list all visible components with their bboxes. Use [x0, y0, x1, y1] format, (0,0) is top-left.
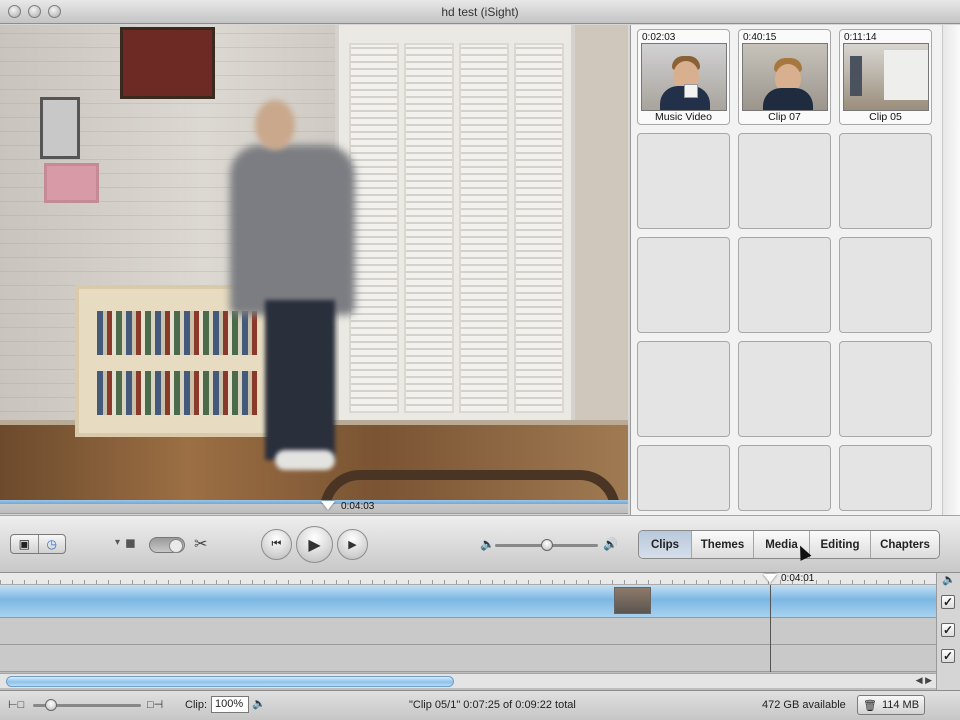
fullscreen-play-icon: ▶ — [348, 539, 357, 551]
viewer-playhead[interactable] — [321, 501, 335, 510]
empty-clip-slot[interactable] — [839, 237, 932, 333]
pane-tabs: Clips Themes Media Editing Chapters — [638, 530, 940, 559]
tab-chapters[interactable]: Chapters — [870, 531, 939, 558]
speaker-icon: 🔈 — [942, 574, 956, 586]
audio-track-2-checkbox[interactable]: ✓ — [941, 649, 955, 663]
control-bar: ▣ ◷ ▾ ◼ ✂ ⏮ ▶ ▶ 🔈 🔊 Clips Themes Media E… — [0, 515, 960, 573]
disk-available: 472 GB available — [762, 699, 846, 711]
scissors-icon[interactable]: ✂ — [194, 534, 207, 554]
pink-photo-image — [44, 163, 99, 203]
chair-image — [320, 470, 620, 500]
empty-clip-slot[interactable] — [738, 133, 831, 229]
clip-name: Music Video — [654, 111, 712, 123]
audio-track-1[interactable] — [0, 618, 936, 645]
timeline-clip[interactable] — [614, 587, 651, 614]
volume-low-icon: 🔈 — [480, 537, 495, 551]
audio-track-2[interactable] — [0, 645, 936, 672]
doorway-image — [575, 25, 628, 430]
zoom-knob[interactable] — [45, 699, 57, 711]
timeline-scroll-thumb[interactable] — [6, 676, 454, 687]
clip-duration: 0:40:15 — [743, 32, 777, 43]
audio-zoom-icon[interactable]: 🔈 — [252, 697, 266, 710]
window-title: hd test (iSight) — [441, 5, 519, 19]
timeline-playhead-line — [770, 585, 771, 672]
clips-pane: 0:02:03 Music Video 0:40:15 Clip 07 0:11… — [630, 25, 960, 515]
clip-thumbnail[interactable]: 0:02:03 Music Video — [637, 29, 730, 125]
empty-clip-slot[interactable] — [839, 341, 932, 437]
trash-icon: 🗑 — [862, 699, 877, 712]
zoom-label: Clip: — [185, 699, 208, 711]
video-track[interactable] — [0, 585, 936, 618]
scroll-arrows-icon[interactable]: ◀ ▶ — [916, 675, 932, 686]
clip-preview-image — [641, 43, 727, 111]
edit-mode-switch[interactable]: ▣ ◷ — [10, 534, 66, 554]
scrub-track — [0, 500, 628, 504]
clip-preview-image — [843, 43, 929, 111]
empty-clip-slot[interactable] — [637, 133, 730, 229]
viewer-playhead-time: 0:04:03 — [341, 501, 375, 512]
timeline-zoom-slider[interactable] — [33, 699, 141, 711]
audio-track-1-checkbox[interactable]: ✓ — [941, 623, 955, 637]
timeline-scrollbar[interactable]: ◀ ▶ — [0, 673, 936, 688]
closet-door-image — [335, 25, 575, 430]
clip-thumbnail[interactable]: 0:11:14 Clip 05 — [839, 29, 932, 125]
rewind-icon: ⏮ — [271, 538, 282, 550]
clip-thumbnail[interactable]: 0:40:15 Clip 07 — [738, 29, 831, 125]
empty-clip-slot[interactable] — [637, 445, 730, 511]
title-bar: hd test (iSight) — [0, 0, 960, 24]
empty-clip-slot[interactable] — [839, 133, 932, 229]
tab-themes[interactable]: Themes — [691, 531, 753, 558]
empty-clip-slot[interactable] — [738, 341, 831, 437]
clip-info: "Clip 05/1" 0:07:25 of 0:09:22 total — [409, 699, 576, 711]
trash-button[interactable]: 🗑 114 MB — [857, 695, 925, 715]
video-track-checkbox[interactable]: ✓ — [941, 595, 955, 609]
tab-editing[interactable]: Editing — [809, 531, 870, 558]
volume-slider[interactable] — [495, 539, 598, 551]
empty-clip-slot[interactable] — [637, 341, 730, 437]
photo-image — [40, 97, 80, 159]
camera-dropdown-icon[interactable]: ▾ — [115, 537, 120, 548]
play-button[interactable]: ▶ — [296, 526, 333, 563]
trash-size: 114 MB — [881, 699, 920, 711]
empty-clip-slot[interactable] — [738, 445, 831, 511]
empty-clip-slot[interactable] — [637, 237, 730, 333]
clip-preview-image — [742, 43, 828, 111]
status-bar: ⊢□ □⊣ Clip: 100% 🔈 "Clip 05/1" 0:07:25 o… — [0, 690, 960, 720]
zoom-field[interactable]: 100% — [211, 696, 249, 713]
clip-view-icon[interactable]: ▣ — [11, 535, 38, 553]
framed-poster-image — [120, 27, 215, 99]
video-viewer[interactable] — [0, 25, 628, 500]
clip-duration: 0:02:03 — [642, 32, 676, 43]
tab-clips[interactable]: Clips — [639, 531, 691, 558]
clip-name: Clip 05 — [869, 111, 902, 123]
clips-scrollbar[interactable] — [942, 25, 960, 515]
blurred-person-image — [225, 100, 360, 485]
zoom-out-icon[interactable]: ⊢□ — [8, 698, 24, 711]
clip-duration: 0:11:14 — [844, 32, 877, 43]
play-icon: ▶ — [308, 536, 321, 554]
timeline-playhead[interactable] — [763, 574, 777, 583]
viewer-scrubber[interactable]: 0:04:03 — [0, 500, 628, 514]
rewind-button[interactable]: ⏮ — [261, 529, 292, 560]
timeline-view-icon[interactable]: ◷ — [37, 535, 66, 553]
timeline-playhead-time: 0:04:01 — [781, 573, 815, 584]
fullscreen-play-button[interactable]: ▶ — [337, 529, 368, 560]
empty-clip-slot[interactable] — [839, 445, 932, 511]
zoom-in-icon[interactable]: □⊣ — [147, 698, 163, 711]
volume-high-icon: 🔊 — [603, 537, 618, 551]
empty-clip-slot[interactable] — [738, 237, 831, 333]
volume-knob[interactable] — [540, 539, 553, 551]
track-toggles: 🔈 ✓ ✓ ✓ — [936, 573, 960, 690]
camera-icon: ◼ — [125, 535, 136, 550]
camera-mode-toggle[interactable] — [149, 537, 185, 553]
clip-name: Clip 07 — [768, 111, 801, 123]
